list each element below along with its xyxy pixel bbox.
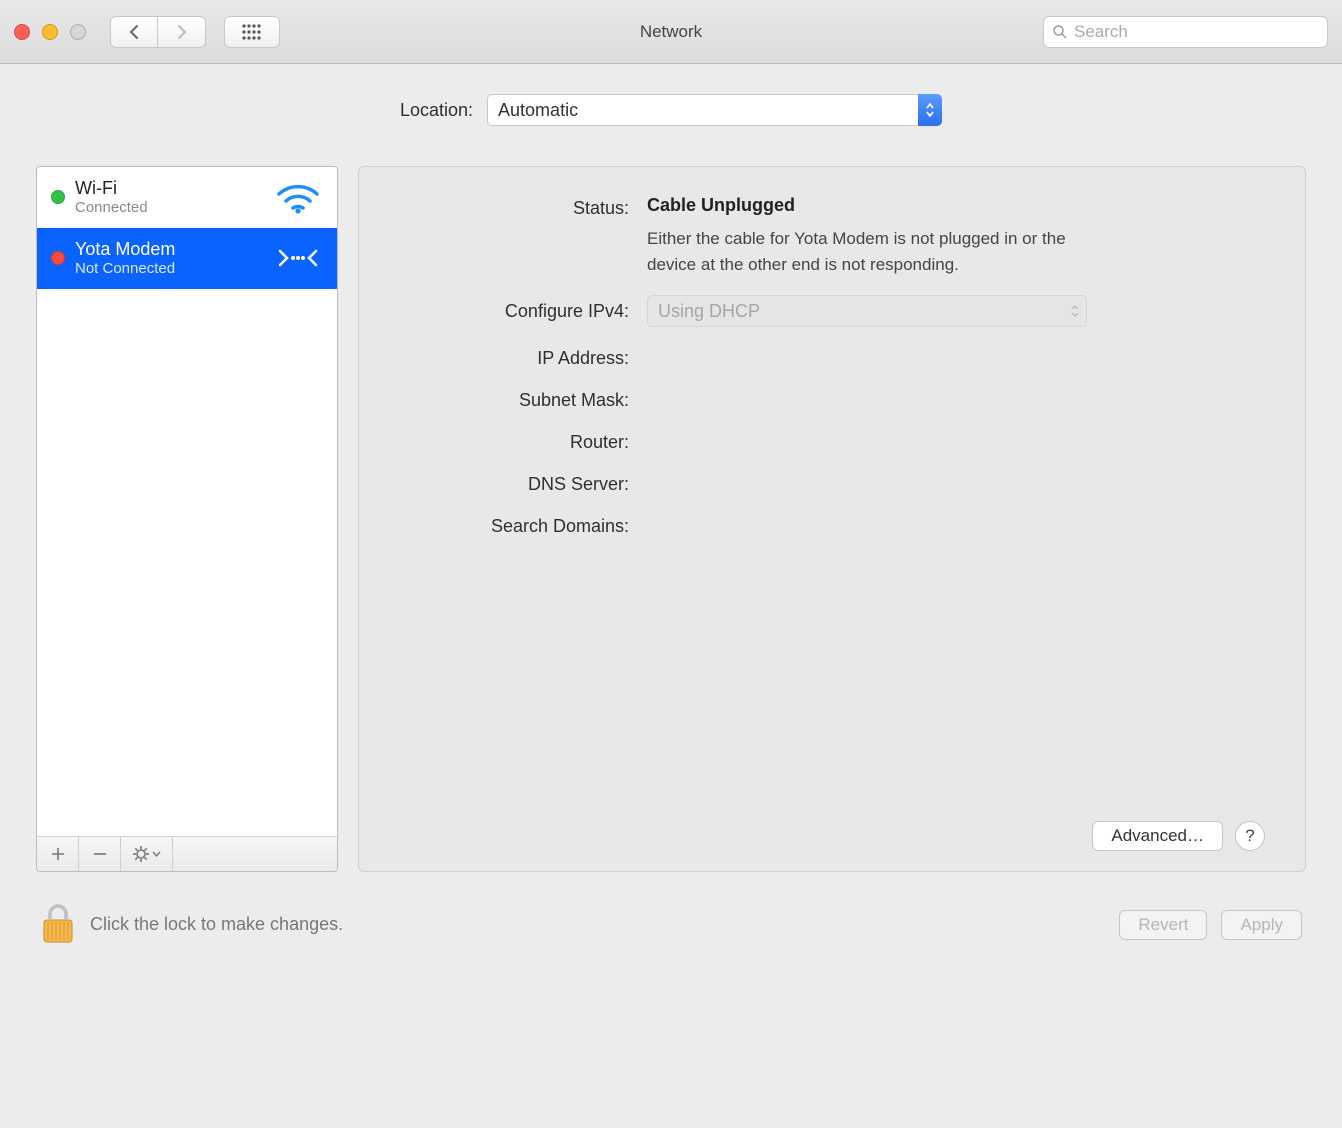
grid-icon	[242, 24, 262, 40]
updown-chevron-icon	[918, 94, 942, 126]
nav-buttons	[110, 16, 206, 48]
bottom-row: Click the lock to make changes. Revert A…	[36, 902, 1306, 947]
dns-server-label: DNS Server:	[399, 471, 629, 495]
service-item-yota-modem[interactable]: Yota Modem Not Connected	[37, 228, 337, 289]
service-name: Yota Modem	[75, 239, 263, 260]
detail-pane: Status: Cable Unplugged Either the cable…	[358, 166, 1306, 872]
configure-ipv4-value: Using DHCP	[658, 301, 760, 322]
back-button[interactable]	[110, 16, 158, 48]
ethernet-icon	[273, 238, 323, 278]
close-window-button[interactable]	[14, 24, 30, 40]
service-status: Connected	[75, 199, 263, 216]
service-list: Wi-Fi Connected	[36, 166, 338, 872]
search-icon	[1052, 24, 1068, 40]
status-dot-connected-icon	[51, 190, 65, 204]
configure-ipv4-label: Configure IPv4:	[399, 295, 629, 322]
lock-text: Click the lock to make changes.	[90, 914, 343, 935]
search-input[interactable]	[1074, 22, 1319, 42]
status-dot-disconnected-icon	[51, 251, 65, 265]
location-select[interactable]: Automatic	[487, 94, 942, 126]
status-description: Either the cable for Yota Modem is not p…	[647, 226, 1087, 277]
forward-button[interactable]	[158, 16, 206, 48]
zoom-window-button	[70, 24, 86, 40]
service-list-footer	[37, 837, 337, 871]
toolbar: Network	[0, 0, 1342, 64]
configure-ipv4-select: Using DHCP	[647, 295, 1087, 327]
search-domains-label: Search Domains:	[399, 513, 629, 537]
help-button[interactable]: ?	[1235, 821, 1265, 851]
service-name: Wi-Fi	[75, 178, 263, 199]
content-area: Location: Automatic Wi-Fi Connected	[0, 64, 1342, 977]
lock-button[interactable]	[40, 902, 76, 947]
ip-address-label: IP Address:	[399, 345, 629, 369]
apply-button: Apply	[1221, 910, 1302, 940]
advanced-button[interactable]: Advanced…	[1092, 821, 1223, 851]
show-all-button[interactable]	[224, 16, 280, 48]
remove-service-button[interactable]	[79, 837, 121, 871]
location-row: Location: Automatic	[36, 94, 1306, 126]
chevron-down-icon	[152, 851, 161, 857]
wifi-icon	[273, 177, 323, 217]
updown-chevron-icon	[1070, 296, 1080, 326]
location-value: Automatic	[498, 100, 578, 121]
service-action-menu[interactable]	[121, 837, 173, 871]
router-label: Router:	[399, 429, 629, 453]
minimize-window-button[interactable]	[42, 24, 58, 40]
location-label: Location:	[400, 100, 473, 121]
lock-icon	[40, 902, 76, 944]
service-status: Not Connected	[75, 260, 263, 277]
chevron-right-icon	[176, 24, 188, 40]
add-service-button[interactable]	[37, 837, 79, 871]
window-controls	[14, 24, 86, 40]
plus-icon	[51, 847, 65, 861]
search-field[interactable]	[1043, 16, 1328, 48]
service-item-wifi[interactable]: Wi-Fi Connected	[37, 167, 337, 228]
chevron-left-icon	[128, 24, 140, 40]
status-label: Status:	[399, 195, 629, 219]
subnet-mask-label: Subnet Mask:	[399, 387, 629, 411]
gear-icon	[133, 846, 149, 862]
minus-icon	[93, 847, 107, 861]
revert-button: Revert	[1119, 910, 1207, 940]
status-value: Cable Unplugged	[647, 195, 1265, 216]
